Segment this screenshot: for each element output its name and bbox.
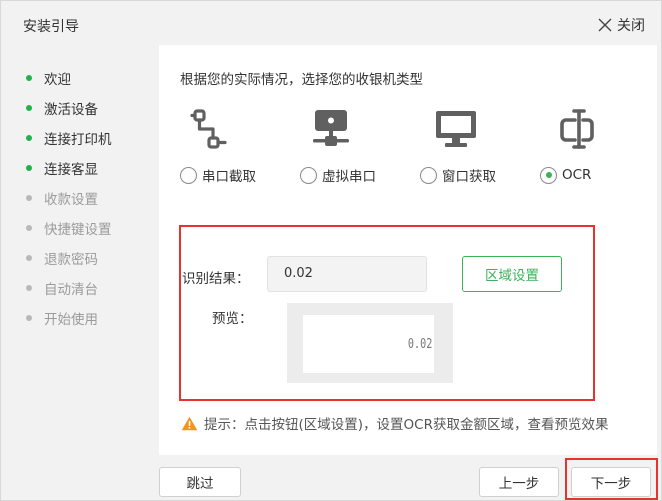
step-done-dot — [26, 105, 32, 111]
step-pending-dot — [26, 315, 32, 321]
skip-button[interactable]: 跳过 — [159, 467, 241, 497]
preview-label: 预览： — [212, 311, 253, 327]
type-option-window-capture[interactable]: 窗口获取 — [420, 165, 496, 185]
tip-text: 提示：点击按钮(区域设置)，设置OCR获取金额区域，查看预览效果 — [204, 417, 609, 433]
radio-window-capture[interactable] — [420, 166, 437, 184]
sidebar-item-welcome: 欢迎 — [26, 68, 71, 88]
sidebar-item-payment-settings: 收款设置 — [26, 188, 98, 208]
sidebar-item-start-using: 开始使用 — [26, 308, 98, 328]
type-option-label: 窗口获取 — [442, 169, 496, 185]
radio-serial-capture[interactable] — [180, 166, 197, 184]
monitor-icon — [436, 111, 476, 147]
sidebar-item-auto-clear-table: 自动清台 — [26, 278, 98, 298]
previous-button[interactable]: 上一步 — [479, 467, 559, 497]
sidebar-item-label: 连接客显 — [44, 162, 98, 178]
type-option-virtual-serial[interactable]: 虚拟串口 — [300, 165, 376, 185]
network-icon — [313, 110, 349, 146]
sidebar-item-label: 退款密码 — [44, 252, 98, 268]
preview-area: 0.02 — [287, 303, 453, 383]
instruction-text: 根据您的实际情况，选择您的收银机类型 — [180, 72, 423, 88]
window-title: 安装引导 — [23, 19, 79, 35]
step-sidebar: 欢迎 激活设备 连接打印机 连接客显 收款设置 快捷键设置 退款密码 自动清台 — [1, 45, 159, 455]
sidebar-item-label: 快捷键设置 — [44, 222, 112, 238]
sidebar-item-connect-display: 连接客显 — [26, 158, 98, 178]
sidebar-item-activate-device: 激活设备 — [26, 98, 98, 118]
serial-cable-icon — [190, 109, 227, 149]
sidebar-item-shortcut-settings: 快捷键设置 — [26, 218, 112, 238]
ocr-settings-box: 识别结果： 0.02 区域设置 预览： 0.02 — [179, 225, 595, 401]
result-label: 识别结果： — [182, 271, 250, 287]
step-pending-dot — [26, 225, 32, 231]
next-button[interactable]: 下一步 — [571, 467, 651, 497]
type-option-label: 虚拟串口 — [322, 169, 376, 185]
warning-icon — [181, 416, 198, 430]
step-pending-dot — [26, 285, 32, 291]
type-option-label: 串口截取 — [202, 169, 256, 185]
close-label: 关闭 — [617, 18, 645, 34]
close-button[interactable]: 关闭 — [598, 14, 645, 36]
radio-virtual-serial[interactable] — [300, 166, 317, 184]
tip-message: 提示：点击按钮(区域设置)，设置OCR获取金额区域，查看预览效果 — [181, 413, 608, 433]
area-settings-button[interactable]: 区域设置 — [462, 256, 562, 292]
result-field: 0.02 — [267, 256, 427, 292]
step-done-dot — [26, 165, 32, 171]
preview-image: 0.02 — [303, 315, 434, 373]
sidebar-item-label: 开始使用 — [44, 312, 98, 328]
sidebar-item-label: 连接打印机 — [44, 132, 112, 148]
sidebar-item-label: 激活设备 — [44, 102, 98, 118]
title-bar: 安装引导 关闭 — [1, 1, 661, 45]
content-panel: 根据您的实际情况，选择您的收银机类型 串口截取 虚拟串口 窗口获取 OCR 识别… — [159, 45, 657, 455]
step-done-dot — [26, 75, 32, 81]
sidebar-item-connect-printer: 连接打印机 — [26, 128, 112, 148]
type-option-ocr[interactable]: OCR — [540, 165, 591, 185]
step-pending-dot — [26, 195, 32, 201]
sidebar-item-refund-password: 退款密码 — [26, 248, 98, 268]
sidebar-item-label: 欢迎 — [44, 72, 71, 88]
step-pending-dot — [26, 255, 32, 261]
type-option-label: OCR — [562, 167, 592, 183]
setup-wizard-window: 安装引导 关闭 欢迎 激活设备 连接打印机 连接客显 收款设置 快捷键设置 退款… — [0, 0, 662, 501]
sidebar-item-label: 自动清台 — [44, 282, 98, 298]
radio-ocr[interactable] — [540, 166, 557, 184]
sidebar-item-label: 收款设置 — [44, 192, 98, 208]
step-done-dot — [26, 135, 32, 141]
type-option-serial-capture[interactable]: 串口截取 — [180, 165, 256, 185]
close-icon — [598, 18, 612, 32]
ocr-icon — [560, 109, 594, 149]
preview-value: 0.02 — [407, 337, 432, 352]
